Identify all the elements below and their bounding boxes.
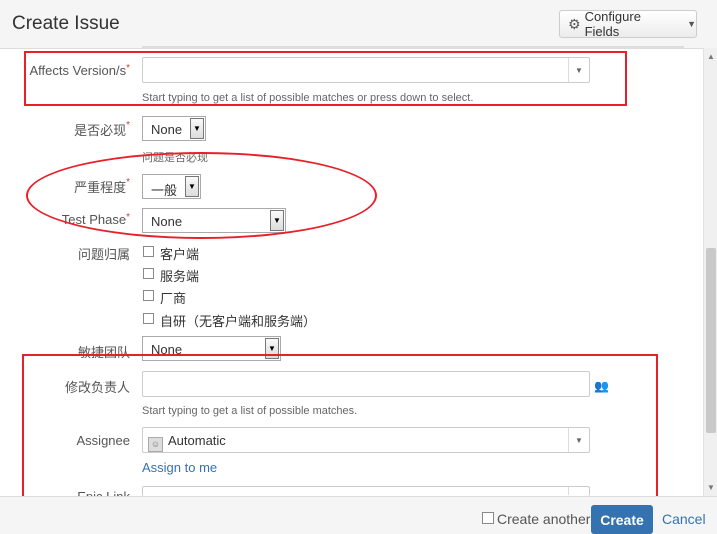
scrollbar-thumb[interactable] [706,248,716,433]
annotation-box-assignee [22,354,658,507]
reproducible-value: None [151,122,183,137]
gear-icon: ⚙ [568,15,581,32]
issue-owner-label: 问题归属 [77,247,130,262]
reproducible-select[interactable]: None ▼ [142,116,206,141]
create-another-checkbox[interactable] [482,512,494,524]
scroll-down-icon[interactable]: ▼ [707,483,715,492]
required-marker: * [126,120,130,131]
annotation-ellipse-severity [26,152,377,239]
cancel-link[interactable]: Cancel [662,511,706,527]
issue-owner-checkbox-inhouse[interactable] [143,313,154,324]
create-another-label: Create another [497,511,591,527]
dialog-title: Create Issue [12,13,120,34]
reproducible-label: 是否必现* [20,120,130,139]
issue-owner-option-vendor: 厂商 [160,291,187,306]
create-button[interactable]: Create [591,505,653,534]
previous-field-edge [142,46,684,48]
dialog-footer: Create another Create Cancel [0,496,717,534]
dialog-header: Create Issue ⚙ Configure Fields ▼ [0,0,717,49]
annotation-box-affects-version [24,51,627,106]
reproducible-label-text: 是否必现 [74,123,127,138]
chevron-down-icon: ▼ [190,118,204,139]
issue-owner-option-server: 服务端 [160,269,200,284]
configure-fields-label: Configure Fields [584,9,641,39]
configure-fields-button[interactable]: ⚙ Configure Fields ▼ [559,9,697,39]
issue-owner-option-client: 客户端 [160,247,200,262]
scroll-up-icon[interactable]: ▲ [707,52,715,61]
issue-owner-checkbox-vendor[interactable] [143,290,154,301]
issue-owner-checkbox-server[interactable] [143,268,154,279]
chevron-down-icon: ▼ [687,19,696,29]
issue-owner-option-inhouse: 自研（无客户端和服务端） [160,314,317,329]
issue-owner-checkbox-client[interactable] [143,246,154,257]
dialog-scrollbar[interactable]: ▲ ▼ [703,48,717,496]
